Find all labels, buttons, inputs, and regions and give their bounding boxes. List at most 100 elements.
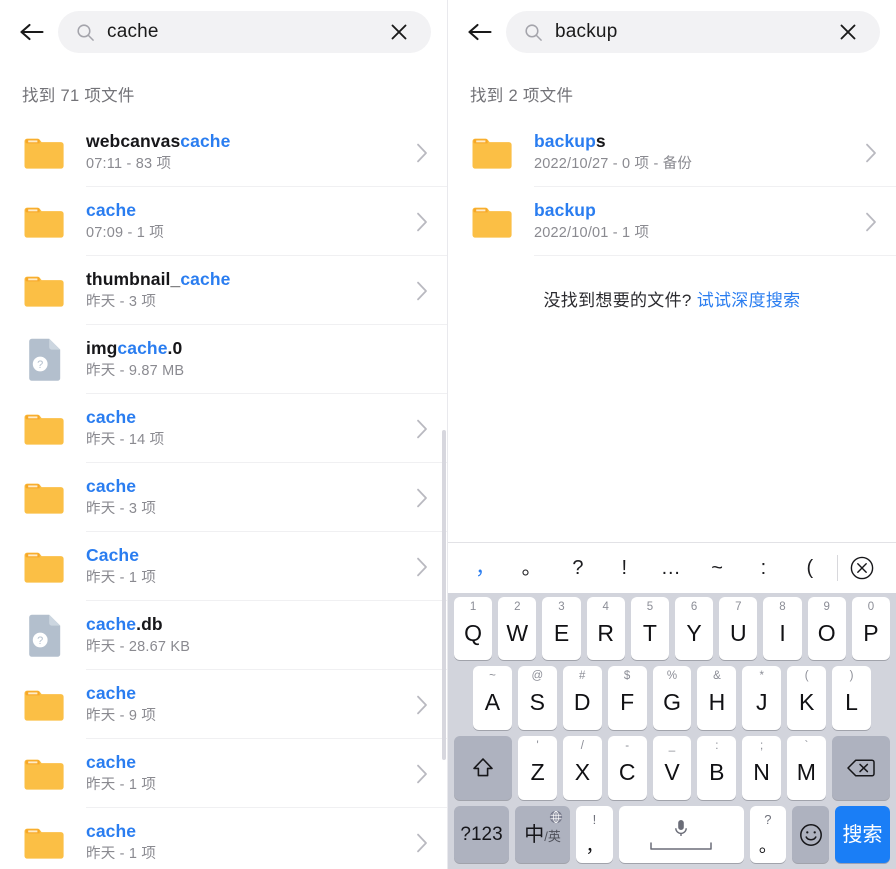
chevron-right-icon[interactable]	[411, 555, 433, 579]
search-input-left[interactable]: cache	[58, 11, 431, 53]
key-n[interactable]: ; N	[742, 736, 781, 800]
key-r[interactable]: 4R	[586, 597, 625, 660]
numeric-mode-key[interactable]: ?123	[454, 806, 510, 863]
ellipsis-key[interactable]: …	[648, 558, 694, 578]
key-c[interactable]: -C	[607, 736, 647, 800]
file-row[interactable]: cache 昨天 - 14 项	[0, 394, 447, 463]
key-e[interactable]: 3E	[542, 597, 581, 660]
scrollbar-left[interactable]	[442, 430, 446, 760]
file-row[interactable]: webcanvascache 07:11 - 83 项	[0, 118, 447, 187]
key-t[interactable]: 5T	[630, 597, 669, 660]
chevron-right-icon[interactable]	[411, 141, 433, 165]
key-label: T	[642, 619, 657, 646]
key-u[interactable]: 7U	[719, 597, 758, 660]
chevron-right-icon[interactable]	[860, 210, 882, 234]
key-l[interactable]: ) L	[832, 666, 872, 730]
chevron-right-icon[interactable]	[411, 762, 433, 786]
key-o[interactable]: 9O	[807, 597, 846, 660]
file-meta: cache 昨天 - 9 项	[86, 684, 411, 725]
key-secondary-label: _	[668, 740, 676, 752]
file-subtitle: 昨天 - 1 项	[86, 846, 157, 863]
key-v[interactable]: _ V	[652, 736, 692, 800]
key-x[interactable]: / X	[563, 736, 602, 800]
comma-key[interactable]: ，	[462, 558, 508, 578]
key-secondary-label: 1	[469, 601, 477, 613]
file-row[interactable]: cache 昨天 - 1 项	[0, 808, 447, 869]
left-paren-key[interactable]: (	[787, 558, 833, 578]
keyboard-symbol-row: ，。?!… ~:(	[448, 543, 896, 593]
key-a[interactable]: ~ A	[473, 666, 512, 730]
key-w[interactable]: 2W	[498, 597, 537, 660]
deep-search-link[interactable]: 试试深度搜索	[697, 291, 801, 310]
key-q[interactable]: 1Q	[453, 597, 493, 660]
key-z[interactable]: ' Z	[518, 736, 557, 800]
chevron-right-icon[interactable]	[411, 417, 433, 441]
chevron-right-icon[interactable]	[411, 693, 433, 717]
file-row[interactable]: ? cache.db 昨天 - 28.67 KB	[0, 601, 447, 670]
chevron-right-icon[interactable]	[860, 141, 882, 165]
colon-key[interactable]: :	[740, 558, 786, 578]
key-m[interactable]: ` M	[786, 736, 826, 800]
file-row[interactable]: cache 昨天 - 3 项	[0, 463, 447, 532]
language-switch-key[interactable]: 中/英	[515, 806, 571, 863]
microphone-icon[interactable]	[649, 818, 713, 851]
file-meta: cache.db 昨天 - 28.67 KB	[86, 615, 411, 656]
file-name-match: Cache	[86, 545, 140, 565]
file-subtitle: 2022/10/01 - 1 项	[534, 225, 650, 242]
key-b[interactable]: :B	[697, 736, 737, 800]
folder-icon	[22, 544, 66, 590]
file-row[interactable]: backup 2022/10/01 - 1 项	[448, 187, 896, 256]
key-p[interactable]: 0P	[851, 597, 891, 660]
period-key[interactable]: 。	[508, 558, 554, 578]
key-h[interactable]: & H	[697, 666, 737, 730]
shift-up-icon[interactable]	[454, 736, 513, 800]
key-s[interactable]: @ S	[517, 666, 557, 730]
file-row[interactable]: cache 07:09 - 1 项	[0, 187, 447, 256]
file-row[interactable]: cache 昨天 - 9 项	[0, 670, 447, 739]
clear-circle-icon[interactable]	[842, 555, 882, 581]
key-j[interactable]: * J	[742, 666, 782, 730]
search-icon	[524, 23, 543, 42]
deep-search-hint-text: 没找到想要的文件?	[543, 291, 697, 310]
file-subtitle: 昨天 - 14 项	[86, 432, 165, 449]
back-arrow-icon[interactable]	[10, 10, 54, 54]
search-enter-key[interactable]: 搜索	[834, 806, 891, 863]
chevron-right-icon[interactable]	[411, 831, 433, 855]
key-label: B	[709, 759, 725, 785]
key-secondary-label: :	[715, 740, 719, 752]
key-secondary-label: ~	[489, 670, 496, 682]
file-subtitle: 昨天 - 28.67 KB	[86, 639, 191, 656]
punctuation-left-key[interactable]: ! ，	[576, 806, 613, 863]
file-row[interactable]: cache 昨天 - 1 项	[0, 739, 447, 808]
file-row[interactable]: Cache 昨天 - 1 项	[0, 532, 447, 601]
key-g[interactable]: % G	[652, 666, 692, 730]
chevron-right-icon[interactable]	[411, 210, 433, 234]
key-secondary-label: *	[759, 670, 765, 682]
file-subtitle: 07:09 - 1 项	[86, 225, 164, 242]
file-row[interactable]: backups 2022/10/27 - 0 项 - 备份	[448, 118, 896, 187]
chevron-right-icon[interactable]	[411, 279, 433, 303]
close-icon[interactable]	[381, 14, 417, 50]
key-k[interactable]: (K	[787, 666, 827, 730]
search-input-right[interactable]: backup	[506, 11, 880, 53]
file-meta: cache 07:09 - 1 项	[86, 201, 411, 242]
close-icon[interactable]	[830, 14, 866, 50]
backspace-icon[interactable]	[831, 736, 890, 800]
key-d[interactable]: # D	[562, 666, 602, 730]
exclamation-key[interactable]: !	[601, 558, 647, 578]
punctuation-right-key[interactable]: ? 。	[749, 806, 787, 863]
chevron-right-icon[interactable]	[411, 486, 433, 510]
back-arrow-icon[interactable]	[458, 10, 502, 54]
folder-icon	[470, 130, 514, 176]
file-row[interactable]: ? imgcache.0 昨天 - 9.87 MB	[0, 325, 447, 394]
question-key[interactable]: ?	[555, 558, 601, 578]
key-i[interactable]: 8I	[763, 597, 802, 660]
tilde-key[interactable]: ~	[694, 558, 740, 578]
space-key[interactable]	[618, 806, 744, 863]
file-row[interactable]: thumbnail_cache 昨天 - 3 项	[0, 256, 447, 325]
emoji-smiley-icon[interactable]	[792, 806, 829, 863]
key-y[interactable]: 6Y	[675, 597, 714, 660]
symbol-row-divider	[837, 555, 838, 581]
key-secondary-label: 6	[690, 601, 698, 613]
key-f[interactable]: $ F	[607, 666, 647, 730]
